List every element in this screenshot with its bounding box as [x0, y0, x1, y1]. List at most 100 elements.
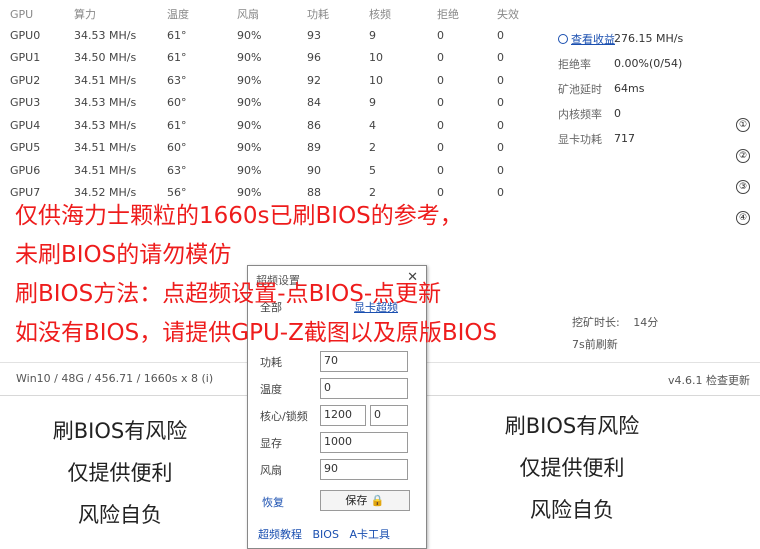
fan-field-label: 风扇 — [260, 463, 282, 477]
core-row: 核心/锁频 1200 0 — [260, 405, 408, 426]
search-icon — [558, 33, 568, 44]
table-row[interactable]: GPU1 34.50 MH/s 61° 90% 96 10 0 0 — [4, 47, 537, 70]
version-area: v4.6.1 检查更新 — [668, 372, 750, 388]
memory-label: 内核频率 — [558, 107, 602, 121]
cell: 61° — [167, 51, 187, 65]
fan-input[interactable]: 90 — [320, 459, 408, 480]
dialog-links: 超频教程 BIOS A卡工具 — [258, 526, 397, 542]
bios-link[interactable]: BIOS — [313, 528, 339, 541]
refresh-text: 7s前刷新 — [572, 338, 618, 351]
warning-line: 仅提供便利 — [519, 456, 625, 480]
side-number-3[interactable]: ③ — [736, 180, 750, 194]
annotation-line: 如没有BIOS，请提供GPU-Z截图以及原版BIOS — [15, 320, 498, 346]
table-row[interactable]: GPU0 34.53 MH/s 61° 90% 93 9 0 0 — [4, 24, 537, 47]
annotation-line: 刷BIOS方法：点超频设置-点BIOS-点更新 — [15, 281, 442, 307]
warning-line: 风险自负 — [78, 503, 162, 527]
col-invalid: 失效 — [497, 8, 519, 21]
gpu-table-header: GPU 算力 温度 风扇 功耗 核频 拒绝 失效 — [4, 4, 537, 24]
cell: 9 — [369, 96, 376, 110]
power-label: 显卡功耗 — [558, 132, 602, 146]
red-annotation: 仅供海力士颗粒的1660s已刷BIOS的参考， 未刷BIOS的请勿模仿 刷BIO… — [15, 197, 497, 353]
cell: 0 — [497, 141, 504, 155]
cell: 0 — [437, 163, 444, 177]
annotation-line: 仅供海力士颗粒的1660s已刷BIOS的参考， — [15, 203, 463, 229]
cell: 0 — [437, 73, 444, 87]
cell: 60° — [167, 141, 187, 155]
core-lock-input[interactable]: 0 — [370, 405, 408, 426]
reject-label: 拒绝率 — [558, 57, 591, 71]
cell: 63° — [167, 73, 187, 87]
table-row[interactable]: GPU4 34.53 MH/s 61° 90% 86 4 0 0 — [4, 114, 537, 137]
cell: 92 — [307, 73, 321, 87]
view-earnings-label: 查看收益 — [571, 32, 615, 46]
temp-input[interactable]: 0 — [320, 378, 408, 399]
cell: 34.50 MH/s — [74, 51, 137, 65]
col-gpu: GPU — [10, 7, 34, 21]
mem-field-label: 显存 — [260, 436, 282, 450]
cell: 10 — [369, 51, 383, 65]
cell: 63° — [167, 163, 187, 177]
cell: GPU0 — [10, 28, 41, 42]
table-row[interactable]: GPU2 34.51 MH/s 63° 90% 92 10 0 0 — [4, 69, 537, 92]
temp-field-label: 温度 — [260, 382, 282, 396]
latency-label: 矿池延时 — [558, 82, 602, 96]
cell: 10 — [369, 73, 383, 87]
cell: 2 — [369, 141, 376, 155]
cell: 0 — [437, 141, 444, 155]
cell: 89 — [307, 141, 321, 155]
mem-input[interactable]: 1000 — [320, 432, 408, 453]
runtime-value: 14分 — [633, 316, 659, 329]
table-row[interactable]: GPU5 34.51 MH/s 60° 90% 89 2 0 0 — [4, 137, 537, 160]
col-fan: 风扇 — [237, 8, 259, 21]
lock-icon: 🔒 — [370, 494, 385, 507]
check-update-link[interactable]: 检查更新 — [706, 374, 750, 387]
runtime-row: 挖矿时长: 14分 — [572, 314, 658, 336]
cell: 9 — [369, 28, 376, 42]
cell: 0 — [497, 28, 504, 42]
cell: 34.53 MH/s — [74, 28, 137, 42]
cell: 93 — [307, 28, 321, 42]
cell: GPU6 — [10, 163, 41, 177]
cell: 34.51 MH/s — [74, 163, 137, 177]
save-button[interactable]: 保存 🔒 — [320, 490, 410, 511]
cell: 0 — [437, 51, 444, 65]
core-input[interactable]: 1200 — [320, 405, 366, 426]
warning-line: 仅提供便利 — [67, 461, 173, 485]
power-input[interactable]: 70 — [320, 351, 408, 372]
cell: GPU2 — [10, 73, 41, 87]
cell: 0 — [437, 118, 444, 132]
restore-link[interactable]: 恢复 — [262, 494, 284, 510]
runtime-panel: 挖矿时长: 14分 7s前刷新 — [572, 314, 658, 358]
cell: 90% — [237, 96, 262, 110]
cell: 84 — [307, 96, 321, 110]
cell: 0 — [497, 186, 504, 200]
stat-power: 显卡功耗 717 — [558, 126, 683, 151]
cell: 90 — [307, 163, 321, 177]
table-row[interactable]: GPU6 34.51 MH/s 63° 90% 90 5 0 0 — [4, 159, 537, 182]
mem-row: 显存 1000 — [260, 432, 408, 453]
table-row[interactable]: GPU3 34.53 MH/s 60° 90% 84 9 0 0 — [4, 92, 537, 115]
cell: 0 — [497, 96, 504, 110]
cell: 0 — [437, 96, 444, 110]
col-core: 核频 — [369, 8, 391, 21]
side-number-list: ① ② ③ ④ — [736, 118, 750, 242]
cell: 34.51 MH/s — [74, 73, 137, 87]
memory-value: 0 — [614, 107, 621, 120]
risk-warning-right: 刷BIOS有风险 仅提供便利 风险自负 — [462, 405, 682, 531]
cell: GPU4 — [10, 118, 41, 132]
cell: 90% — [237, 73, 262, 87]
oc-tutorial-link[interactable]: 超频教程 — [258, 528, 302, 541]
side-number-1[interactable]: ① — [736, 118, 750, 132]
side-number-2[interactable]: ② — [736, 149, 750, 163]
col-hashrate: 算力 — [74, 8, 96, 21]
reject-value: 0.00%(0/54) — [614, 57, 683, 70]
cell: GPU3 — [10, 96, 41, 110]
side-number-4[interactable]: ④ — [736, 211, 750, 225]
amd-tool-link[interactable]: A卡工具 — [349, 528, 390, 541]
power-value: 717 — [614, 132, 635, 145]
total-hashrate-value: 276.15 MH/s — [614, 32, 684, 45]
save-label: 保存 — [345, 494, 368, 507]
cell: 90% — [237, 28, 262, 42]
col-reject: 拒绝 — [437, 8, 459, 21]
power-row: 功耗 70 — [260, 351, 408, 372]
